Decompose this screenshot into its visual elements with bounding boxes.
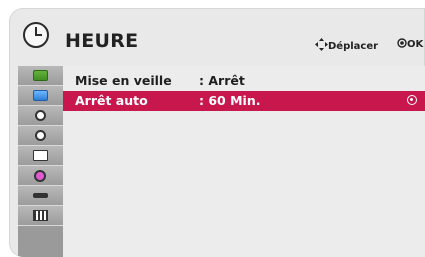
- menu-row-value: : Arrêt: [199, 73, 245, 88]
- sidebar-item-usb[interactable]: [18, 206, 63, 226]
- sidebar-item-option[interactable]: [18, 106, 63, 126]
- menu-row-auto-off[interactable]: Arrêt auto : 60 Min.: [63, 91, 425, 111]
- sidebar-item-time[interactable]: [18, 126, 63, 146]
- settings-icon: [33, 150, 48, 161]
- radio-select-icon[interactable]: [407, 95, 417, 105]
- audio-icon: [33, 90, 48, 101]
- sidebar-item-input[interactable]: [18, 186, 63, 206]
- move-hint: Déplacer: [315, 38, 378, 52]
- ok-circle-icon: [397, 38, 407, 48]
- menu-row-label: Mise en veille: [75, 73, 172, 88]
- menu-header: HEURE Déplacer OK: [9, 8, 425, 66]
- menu-content: Mise en veille : Arrêt Arrêt auto : 60 M…: [63, 66, 425, 257]
- input-icon: [33, 193, 48, 198]
- page-title: HEURE: [65, 30, 139, 52]
- usb-icon: [33, 210, 48, 221]
- move-hint-label: Déplacer: [328, 41, 379, 52]
- menu-row-value: : 60 Min.: [199, 93, 261, 108]
- category-sidebar: [18, 66, 64, 257]
- sidebar-item-settings[interactable]: [18, 146, 63, 166]
- option-icon: [35, 110, 46, 121]
- ok-hint: OK: [397, 38, 423, 50]
- sidebar-item-audio[interactable]: [18, 86, 63, 106]
- sidebar-item-picture[interactable]: [18, 66, 63, 86]
- menu-row-label: Arrêt auto: [75, 93, 148, 108]
- clock-icon: [23, 22, 49, 48]
- sidebar-item-info[interactable]: [18, 166, 63, 186]
- time-icon: [35, 130, 46, 141]
- dpad-arrows-icon: [315, 38, 328, 51]
- ok-hint-label: OK: [407, 39, 424, 50]
- info-icon: [34, 170, 46, 182]
- menu-row-sleep-timer[interactable]: Mise en veille : Arrêt: [63, 71, 425, 91]
- picture-icon: [33, 70, 48, 81]
- osd-menu-window: HEURE Déplacer OK Mise en veille: Arrêt…: [9, 8, 425, 257]
